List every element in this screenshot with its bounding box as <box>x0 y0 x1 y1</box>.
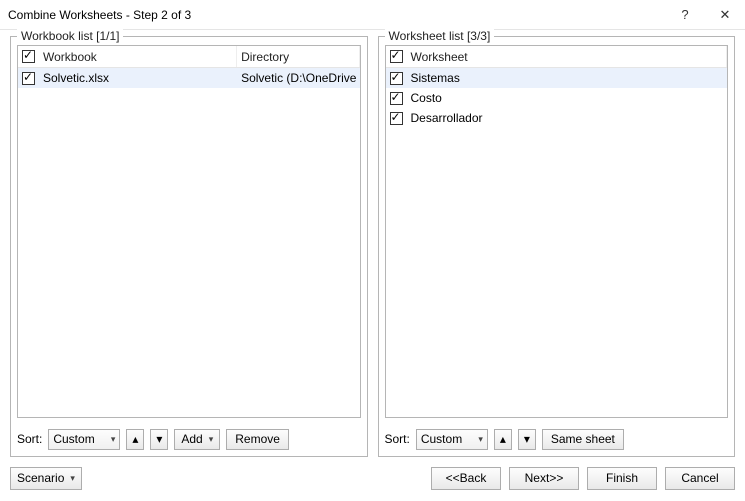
workbook-list: Workbook Directory Solvetic.xlsx Solveti… <box>17 45 361 418</box>
next-button[interactable]: Next>> <box>509 467 579 490</box>
workbook-move-down-button[interactable]: ▾ <box>150 429 168 450</box>
worksheet-row-name: Desarrollador <box>407 111 728 125</box>
worksheet-move-down-button[interactable]: ▾ <box>518 429 536 450</box>
worksheet-row-checkbox[interactable] <box>390 112 403 125</box>
worksheet-row[interactable]: Sistemas <box>386 68 728 88</box>
worksheet-row[interactable]: Desarrollador <box>386 108 728 128</box>
workbook-sortbar: Sort: Custom ▾ ▴ ▾ Add ▾ Remove <box>11 422 367 456</box>
worksheet-sort-value: Custom <box>421 432 462 446</box>
chevron-down-icon: ▾ <box>70 473 75 484</box>
back-button[interactable]: <<Back <box>431 467 501 490</box>
finish-button[interactable]: Finish <box>587 467 657 490</box>
worksheet-header-row: Worksheet <box>386 46 728 68</box>
worksheet-list-panel: Worksheet list [3/3] Worksheet Sistemas … <box>378 36 736 457</box>
workbook-row-checkbox[interactable] <box>22 72 35 85</box>
workbook-sort-label: Sort: <box>17 432 42 446</box>
workbook-header-row: Workbook Directory <box>18 46 360 68</box>
worksheet-list: Worksheet Sistemas Costo Desarrollador <box>385 45 729 418</box>
workbook-row[interactable]: Solvetic.xlsx Solvetic (D:\OneDrive S... <box>18 68 360 88</box>
arrow-up-icon: ▴ <box>500 432 506 446</box>
window-title: Combine Worksheets - Step 2 of 3 <box>8 8 665 22</box>
same-sheet-button[interactable]: Same sheet <box>542 429 624 450</box>
worksheet-row[interactable]: Costo <box>386 88 728 108</box>
worksheet-select-all-checkbox[interactable] <box>390 50 403 63</box>
titlebar: Combine Worksheets - Step 2 of 3 ? ✕ <box>0 0 745 30</box>
worksheet-row-name: Costo <box>407 91 728 105</box>
chevron-down-icon: ▾ <box>209 434 214 445</box>
worksheet-row-checkbox[interactable] <box>390 72 403 85</box>
cancel-button[interactable]: Cancel <box>665 467 735 490</box>
worksheet-row-name: Sistemas <box>407 71 728 85</box>
workbook-sort-value: Custom <box>53 432 94 446</box>
add-button-label: Add <box>181 432 202 446</box>
workbook-list-panel: Workbook list [1/1] Workbook Directory S… <box>10 36 368 457</box>
workbook-move-up-button[interactable]: ▴ <box>126 429 144 450</box>
workbook-row-directory: Solvetic (D:\OneDrive S... <box>237 71 359 85</box>
worksheet-row-checkbox[interactable] <box>390 92 403 105</box>
worksheet-move-up-button[interactable]: ▴ <box>494 429 512 450</box>
chevron-down-icon: ▾ <box>105 434 116 445</box>
close-button[interactable]: ✕ <box>705 0 745 30</box>
worksheet-sort-combo[interactable]: Custom ▾ <box>416 429 488 450</box>
add-button[interactable]: Add ▾ <box>174 429 220 450</box>
worksheet-sortbar: Sort: Custom ▾ ▴ ▾ Same sheet <box>379 422 735 456</box>
workbook-select-all-checkbox[interactable] <box>22 50 35 63</box>
worksheet-panel-legend: Worksheet list [3/3] <box>385 29 495 43</box>
workbook-row-name: Solvetic.xlsx <box>39 71 237 85</box>
dialog-footer: Scenario ▾ <<Back Next>> Finish Cancel <box>0 459 745 501</box>
worksheet-header-name[interactable]: Worksheet <box>407 46 728 67</box>
workbook-panel-legend: Workbook list [1/1] <box>17 29 123 43</box>
remove-button[interactable]: Remove <box>226 429 289 450</box>
help-button[interactable]: ? <box>665 0 705 30</box>
chevron-down-icon: ▾ <box>472 434 483 445</box>
workbook-header-directory[interactable]: Directory <box>237 46 359 67</box>
arrow-down-icon: ▾ <box>156 432 162 446</box>
scenario-button[interactable]: Scenario ▾ <box>10 467 82 490</box>
main-content: Workbook list [1/1] Workbook Directory S… <box>0 30 745 459</box>
arrow-down-icon: ▾ <box>524 432 530 446</box>
workbook-sort-combo[interactable]: Custom ▾ <box>48 429 120 450</box>
scenario-button-label: Scenario <box>17 471 64 485</box>
arrow-up-icon: ▴ <box>132 432 138 446</box>
workbook-header-name[interactable]: Workbook <box>39 46 237 67</box>
worksheet-sort-label: Sort: <box>385 432 410 446</box>
